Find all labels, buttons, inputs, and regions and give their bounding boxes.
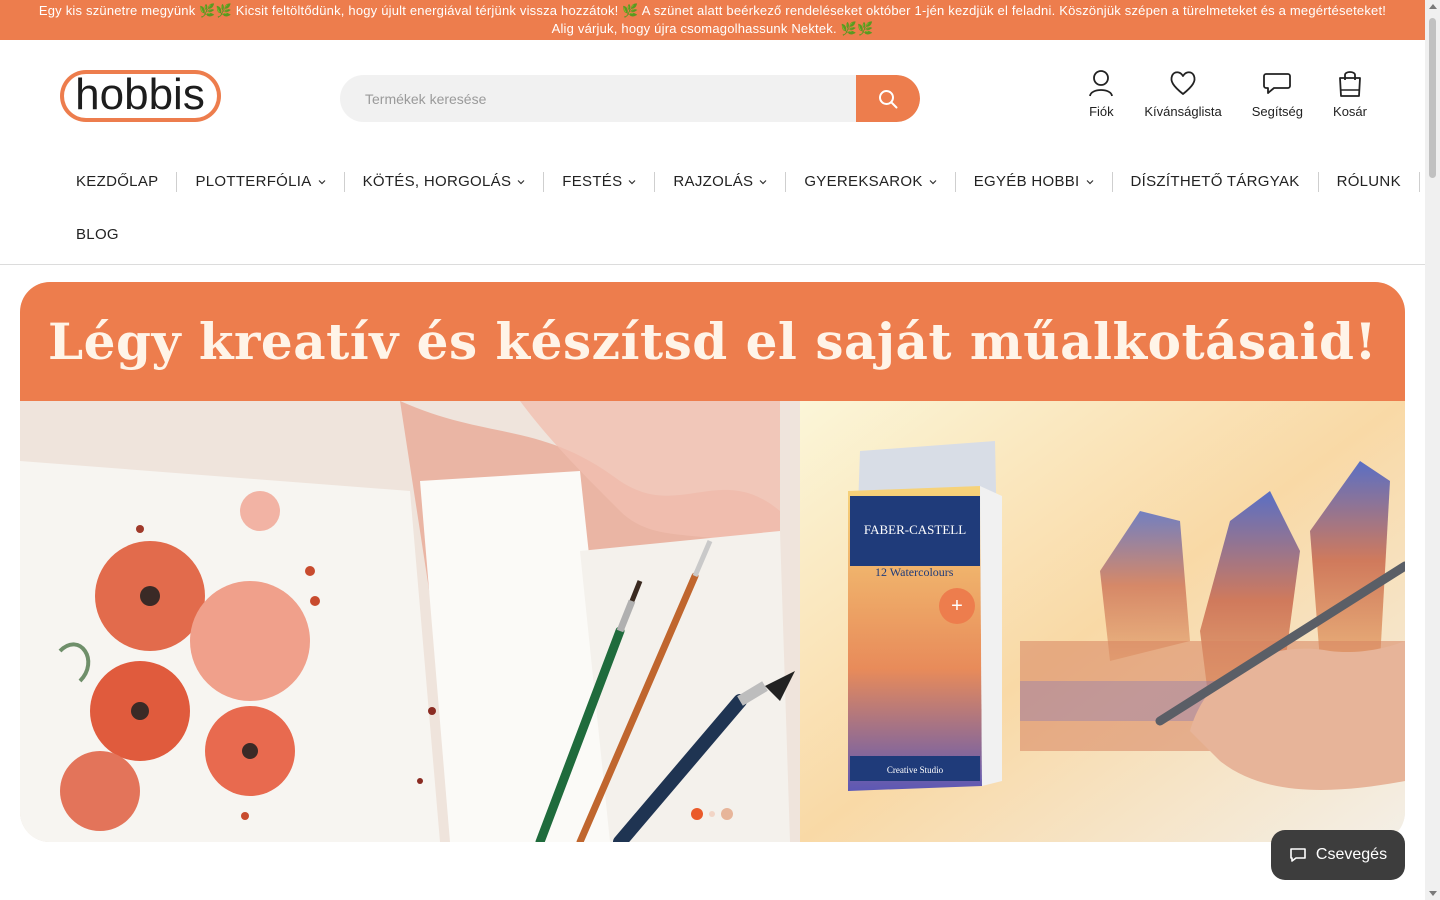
cart-label: Kosár <box>1333 104 1367 119</box>
hobbis-logo[interactable]: hobbis <box>58 64 223 126</box>
hero-illustration: + FABER-CASTELL 12 Watercolours Creative… <box>20 401 1405 842</box>
logo-text: hobbis <box>75 70 205 119</box>
cart-link[interactable]: Kosár <box>1333 68 1367 119</box>
page: Egy kis szünetre megyünk 🌿🌿 Kicsit feltö… <box>0 0 1425 900</box>
search-bar <box>340 75 920 122</box>
chat-icon <box>1290 848 1306 862</box>
nav-row-1: KEZDŐLAP PLOTTERFÓLIA KÖTÉS, HORGOLÁS FE… <box>58 155 1425 208</box>
header-actions: Fiók Kívánságlista Segítség Kosár <box>1058 68 1367 119</box>
chevron-down-icon <box>318 179 325 184</box>
nav-label: KÖTÉS, HORGOLÁS <box>362 173 512 190</box>
nav-item-kezdolap[interactable]: KEZDŐLAP <box>58 171 178 192</box>
nav-item-rolunk[interactable]: RÓLUNK <box>1319 171 1420 192</box>
search-button[interactable] <box>856 75 920 122</box>
announcement-line-2: Alig várjuk, hogy újra csomagolhassunk N… <box>551 21 874 36</box>
wishlist-link[interactable]: Kívánságlista <box>1144 68 1222 119</box>
nav-item-plotterfolia[interactable]: PLOTTERFÓLIA <box>177 171 345 192</box>
hero-banner[interactable]: Légy kreatív és készítsd el saját műalko… <box>20 282 1405 842</box>
nav-label: EGYÉB HOBBI <box>973 173 1080 190</box>
nav-label: KEZDŐLAP <box>76 173 159 190</box>
chat-bubble-icon <box>1263 73 1292 94</box>
announcement-bar: Egy kis szünetre megyünk 🌿🌿 Kicsit feltö… <box>0 0 1425 40</box>
account-label: Fiók <box>1089 104 1114 119</box>
hero-headline-band: Légy kreatív és készítsd el saját műalko… <box>20 282 1405 401</box>
nav-label: BLOG <box>76 226 119 243</box>
product-line: Creative Studio <box>887 765 944 775</box>
heart-icon <box>1170 71 1196 95</box>
account-link[interactable]: Fiók <box>1088 68 1114 119</box>
user-icon <box>1089 70 1114 97</box>
help-label: Segítség <box>1251 104 1304 119</box>
nav-label: DÍSZÍTHETŐ TÁRGYAK <box>1130 173 1300 190</box>
site-header: hobbis Fiók Kívánságlista Segítség <box>0 40 1425 155</box>
carousel-dots <box>691 808 733 820</box>
nav-label: GYEREKSAROK <box>804 173 923 190</box>
nav-label: RÓLUNK <box>1336 173 1401 190</box>
chevron-down-icon <box>759 179 767 184</box>
chevron-down-icon <box>517 179 525 184</box>
chevron-down-icon <box>1086 179 1093 184</box>
page-scrollbar[interactable] <box>1425 0 1440 900</box>
nav-item-gyereksarok[interactable]: GYEREKSAROK <box>786 171 956 192</box>
search-icon <box>879 89 898 108</box>
chevron-down-icon <box>929 179 937 184</box>
product-brand: FABER-CASTELL <box>864 522 966 537</box>
chat-button[interactable]: Csevegés <box>1271 830 1405 880</box>
nav-item-festes[interactable]: FESTÉS <box>544 171 656 192</box>
nav-item-egyeb-hobbi[interactable]: EGYÉB HOBBI <box>956 171 1113 192</box>
nav-item-rajzolas[interactable]: RAJZOLÁS <box>655 171 787 192</box>
announcement-line-1: Egy kis szünetre megyünk 🌿🌿 Kicsit feltö… <box>38 3 1387 18</box>
hero-headline: Légy kreatív és készítsd el saját műalko… <box>48 312 1377 371</box>
carousel-dot-3[interactable] <box>721 808 733 820</box>
nav-item-blog[interactable]: BLOG <box>58 225 137 245</box>
product-name: 12 Watercolours <box>875 565 954 579</box>
svg-text:+: + <box>951 595 963 617</box>
carousel-dot-2[interactable] <box>709 811 715 817</box>
help-link[interactable]: Segítség <box>1252 68 1303 119</box>
chat-label: Csevegés <box>1315 846 1388 863</box>
scroll-down-arrow-icon[interactable] <box>1429 891 1437 896</box>
wishlist-label: Kívánságlista <box>1144 104 1222 119</box>
shopping-bag-icon <box>1339 71 1361 97</box>
nav-row-2: BLOG <box>58 208 1425 261</box>
scroll-up-arrow-icon[interactable] <box>1429 4 1437 9</box>
nav-label: FESTÉS <box>562 173 623 190</box>
chevron-down-icon <box>628 179 636 184</box>
search-input[interactable] <box>340 75 850 122</box>
nav-item-kotes-horgolas[interactable]: KÖTÉS, HORGOLÁS <box>345 171 545 192</box>
nav-item-diszitheto-targyak[interactable]: DÍSZÍTHETŐ TÁRGYAK <box>1113 171 1319 192</box>
nav-label: PLOTTERFÓLIA <box>195 173 312 190</box>
carousel-dot-1[interactable] <box>691 808 703 820</box>
main-navigation: KEZDŐLAP PLOTTERFÓLIA KÖTÉS, HORGOLÁS FE… <box>0 155 1425 265</box>
scroll-thumb[interactable] <box>1429 18 1436 178</box>
nav-label: RAJZOLÁS <box>673 173 754 190</box>
hero-image: + FABER-CASTELL 12 Watercolours Creative… <box>20 401 1405 842</box>
